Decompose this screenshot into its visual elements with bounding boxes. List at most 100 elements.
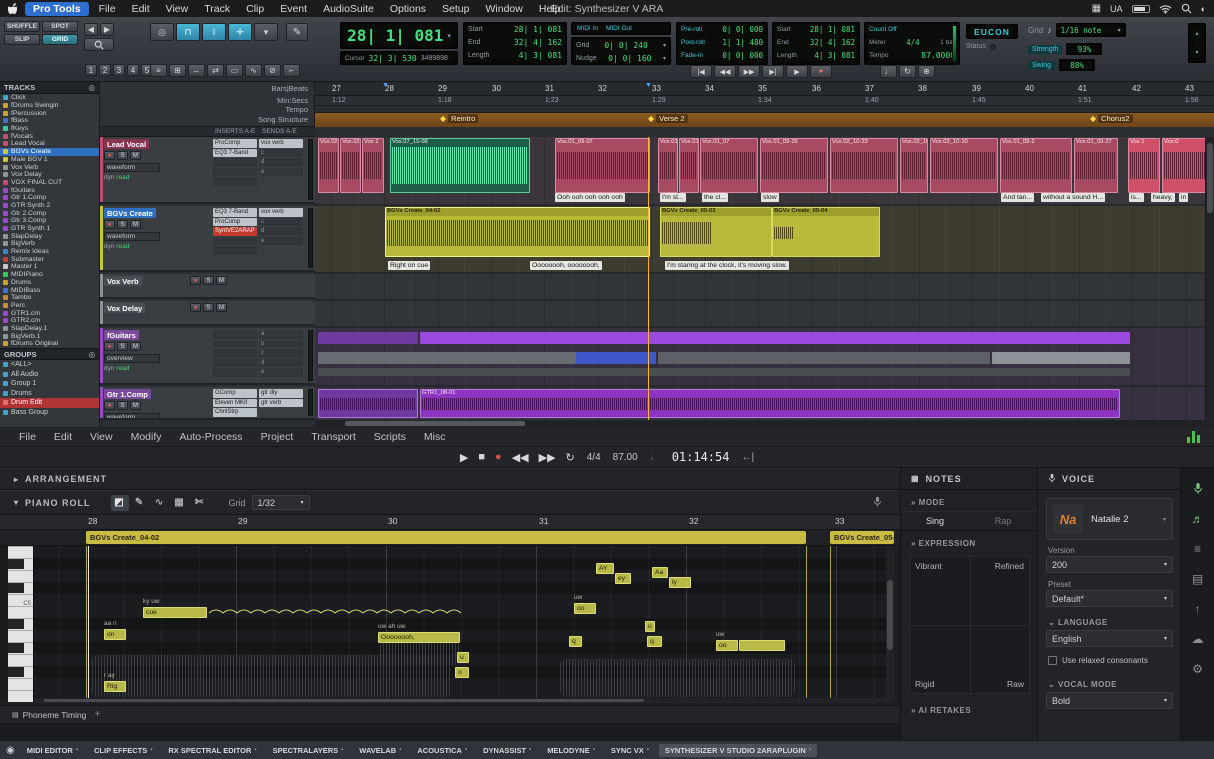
track-header-lead-vocal[interactable]: Lead Vocal●SMwaveformdyn readProCompEQ3 … — [100, 137, 315, 204]
guitar-segment-2[interactable] — [318, 352, 576, 364]
zoom-toggle-button[interactable] — [84, 38, 114, 51]
midi-note-ay[interactable]: AY — [596, 563, 614, 574]
sidebar-track-lead-vocal[interactable]: Lead Vocal — [0, 140, 99, 148]
group-all-audio[interactable]: All Audio — [0, 370, 99, 380]
brush-tool[interactable]: ▦ — [171, 495, 189, 511]
sidebar-track-click[interactable]: Click — [0, 94, 99, 102]
sidebar-track-slapdelay-1[interactable]: SlapDelay.1 — [0, 325, 99, 333]
send-c[interactable]: c — [259, 149, 303, 158]
groups-panel-menu-icon[interactable]: ◎ — [88, 350, 95, 359]
arrangement-section-header[interactable]: ▸ ARRANGEMENT — [0, 468, 900, 490]
synthv-menu-project[interactable]: Project — [252, 431, 303, 443]
automation-selector[interactable]: dyn read — [104, 174, 129, 181]
toolbar-option-icon-1[interactable]: ⊞ — [169, 64, 186, 77]
plugin-tab-wavelab[interactable]: WAVELAB▪ — [353, 744, 407, 757]
audio-clip-bgvs-create-05-03[interactable]: BGVs Create_05-03 — [660, 207, 772, 257]
insert-eq3-7-band[interactable]: EQ3 7-Band — [213, 208, 257, 217]
memory-location-2[interactable]: 2 — [99, 64, 111, 76]
audio-clip-vox-01-0[interactable]: Vox.01_0 — [658, 138, 678, 193]
sidebar-track-perc[interactable]: Perc — [0, 302, 99, 310]
track-view-selector[interactable]: waveform — [104, 163, 160, 172]
track-name-label[interactable]: BGVs Create — [104, 208, 156, 218]
sidebar-track-slapdelay[interactable]: SlapDelay — [0, 232, 99, 240]
zoomer-tool-button[interactable]: ◎ — [150, 23, 174, 41]
track-view-selector[interactable]: waveform — [104, 232, 160, 241]
black-key[interactable] — [8, 643, 24, 653]
send-vox-verb[interactable]: vox verb — [259, 208, 303, 217]
midi-note-13[interactable] — [739, 640, 785, 651]
expression-section-header[interactable]: » EXPRESSION — [901, 531, 1037, 552]
send-d[interactable]: d — [259, 227, 303, 236]
insert-eleven-mkii[interactable]: Eleven MKII — [213, 399, 257, 408]
sidebar-track-bgvs-create[interactable]: BGVs Create — [0, 148, 99, 156]
menu-window[interactable]: Window — [478, 3, 531, 15]
black-key[interactable] — [8, 583, 24, 593]
black-key[interactable] — [8, 619, 24, 629]
audio-clip-vox-02-10-23[interactable]: Vox.02_10-23 — [830, 138, 898, 193]
pencil-tool[interactable]: ✎ — [131, 495, 149, 511]
control-center-icon[interactable]: ◐ — [1201, 4, 1206, 14]
synthv-menu-auto-process[interactable]: Auto-Process — [171, 431, 252, 443]
sidebar-track-bigverb[interactable]: BigVerb — [0, 240, 99, 248]
edit-lanes[interactable]: Vox.02_1Vox.02_1Vox 1Vox.07_15-08Vox.01_… — [315, 137, 1214, 420]
audio-clip-bgvs-create-05-04[interactable]: BGVs Create_05-04 — [772, 207, 880, 257]
track-name-label[interactable]: Vox Delay — [104, 303, 145, 313]
tracks-panel-header[interactable]: TRACKS ◎ — [0, 82, 99, 94]
tuning-icon[interactable]: ♬ — [1187, 508, 1209, 530]
insert-empty[interactable] — [213, 349, 257, 358]
send-gtr-dly[interactable]: gtr dly — [259, 389, 303, 398]
grabber-tool-button[interactable]: ✛ — [228, 23, 252, 41]
piano-roll-chevron[interactable]: ▾ — [14, 498, 19, 507]
midi-note-q[interactable]: q — [647, 636, 662, 647]
grid-right-chevron[interactable]: ▾ — [1118, 27, 1121, 34]
sidebar-track-fguitars[interactable]: fGuitars — [0, 186, 99, 194]
toolbar-corner-box[interactable]: ▴▾ — [1188, 23, 1206, 63]
sidebar-track-fdrums-swingin[interactable]: fDrums Swingin — [0, 102, 99, 110]
insert-empty[interactable] — [213, 368, 257, 377]
midi-note-ey[interactable]: ey — [615, 573, 631, 584]
plugin-tab-sync-vx[interactable]: SYNC VX▪ — [605, 744, 655, 757]
midi-note-u[interactable]: u — [645, 621, 655, 632]
add-panel-button[interactable]: + — [94, 709, 100, 720]
send-c[interactable]: c — [259, 218, 303, 227]
transport-extra-icon-1[interactable]: ↻ — [899, 65, 916, 78]
send-d[interactable]: d — [259, 359, 303, 368]
memory-location-4[interactable]: 4 — [127, 64, 139, 76]
plugin-tab-clip-effects[interactable]: CLIP EFFECTS▪ — [88, 744, 158, 757]
phoneme-timing-tab[interactable]: ▤ Phoneme Timing — [12, 710, 86, 720]
smart-tool-button[interactable]: ▾ — [254, 23, 278, 41]
synthv-play-button[interactable]: ▶ — [460, 451, 468, 464]
menu-track[interactable]: Track — [196, 3, 238, 15]
piano-roll-ruler[interactable]: 282930313233 — [0, 515, 900, 530]
audio-clip-vox-1[interactable]: Vox 1 — [362, 138, 384, 193]
sidebar-track-gtr2-cm[interactable]: GTR2.cm — [0, 317, 99, 325]
arrangement-chevron[interactable]: ▸ — [14, 475, 19, 484]
menu-view[interactable]: View — [158, 3, 197, 15]
track-header-fguitars[interactable]: fGuitars●SMoverviewdyn readabcde — [100, 328, 315, 385]
sidebar-track-vox-verb[interactable]: Vox Verb — [0, 163, 99, 171]
sidebar-track-remix-ideas[interactable]: Remix Ideas — [0, 248, 99, 256]
ruler-name-structure[interactable]: Song Structure — [258, 115, 308, 124]
zoom-out-button[interactable]: ◀ — [84, 23, 98, 36]
record-enable-button[interactable]: ● — [104, 220, 115, 229]
nudge-chevron[interactable]: ▾ — [663, 55, 666, 62]
audio-clip-vox-02-1[interactable]: Vox.02_1 — [318, 138, 339, 193]
mode-sing-button[interactable]: Sing — [901, 512, 969, 530]
record-enable-button[interactable]: ● — [104, 342, 115, 351]
return-to-start-icon[interactable]: ←| — [741, 452, 754, 463]
track-name-label[interactable]: Gtr 1.Comp — [104, 389, 151, 399]
send-e[interactable]: e — [259, 368, 303, 377]
plugin-tab-melodyne[interactable]: MELODYNE▪ — [541, 744, 601, 757]
audio-clip-vox-01-09-2[interactable]: Vox.01_09-2 — [1000, 138, 1072, 193]
menu-event[interactable]: Event — [272, 3, 315, 15]
synthv-menu-modify[interactable]: Modify — [122, 431, 171, 443]
sidebar-track-tambo[interactable]: Tambo — [0, 294, 99, 302]
memory-location-1[interactable]: 1 — [85, 64, 97, 76]
insert-empty[interactable] — [213, 340, 257, 349]
preroll-display[interactable]: Pre-roll0| 0| 000 Post-roll1| 1| 480 Fad… — [676, 22, 768, 65]
group-bass-group[interactable]: Bass Group — [0, 408, 99, 418]
sidebar-track-fvocals[interactable]: fVocals — [0, 132, 99, 140]
audio-clip-bgvs-create-04-02[interactable]: BGVs Create_04-02 — [385, 207, 650, 257]
zoom-in-button[interactable]: ▶ — [100, 23, 114, 36]
sidebar-track-fpercussion[interactable]: fPercussion — [0, 109, 99, 117]
